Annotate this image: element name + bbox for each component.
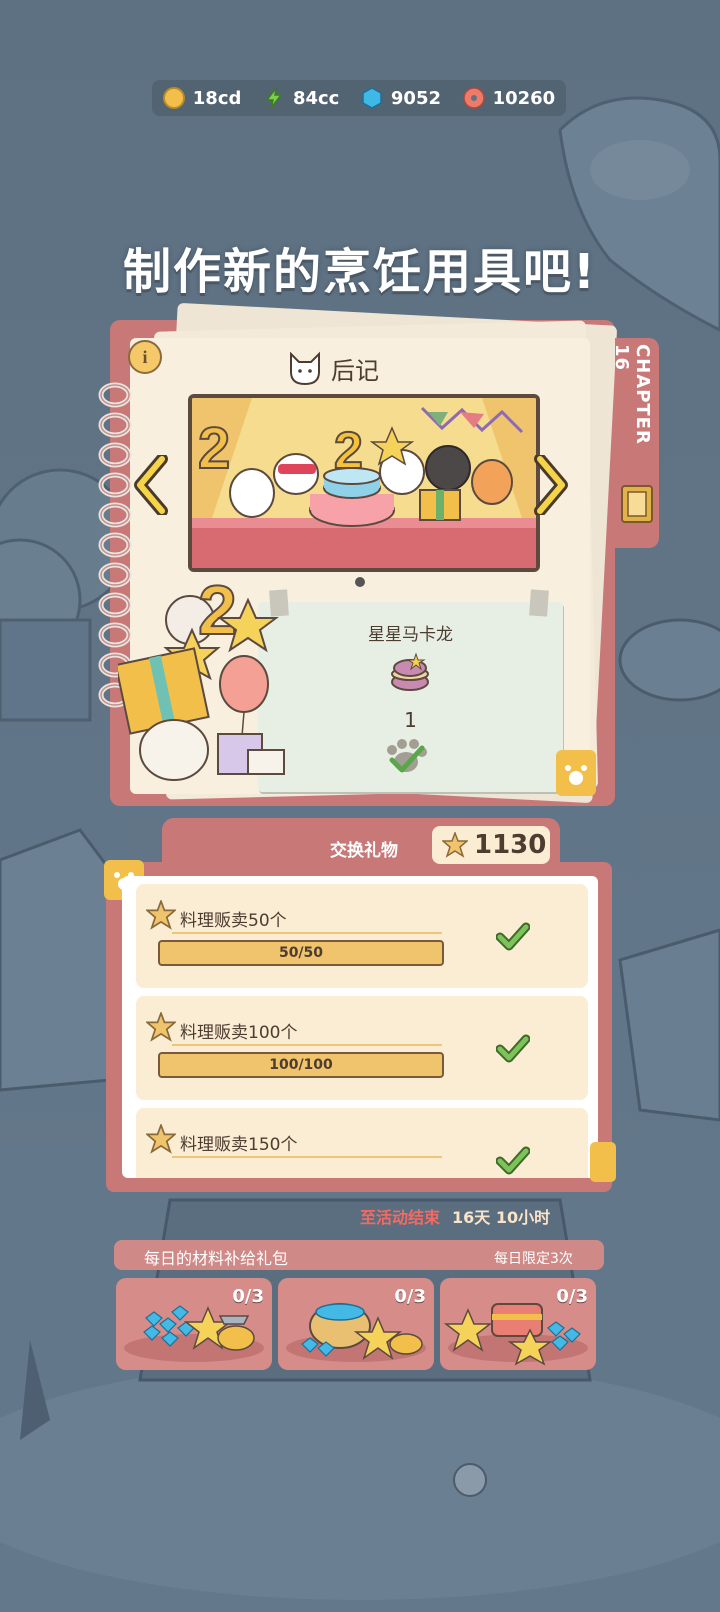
donut-value: 10260	[492, 87, 556, 109]
pack-treasure-chest[interactable]: 0/3	[440, 1278, 596, 1370]
daily-pack-title: 每日的材料补给礼包	[144, 1249, 289, 1268]
task-divider	[172, 1044, 442, 1046]
currency-energy[interactable]: 84cc	[263, 87, 339, 109]
headline: 制作新的烹饪用具吧!	[123, 244, 597, 300]
task-label: 料理贩卖50个	[180, 911, 287, 931]
task-item: 料理贩卖100个 100/100	[136, 996, 588, 1100]
task-label: 料理贩卖150个	[180, 1135, 298, 1155]
task-item: 料理贩卖50个 50/50	[136, 884, 588, 988]
tape-right	[529, 589, 549, 617]
energy-value: 84cc	[292, 87, 340, 109]
lightning-icon	[265, 87, 283, 109]
timer-label: 至活动结束	[360, 1208, 441, 1227]
cat-head-icon	[290, 351, 320, 386]
gem-value: 9052	[390, 87, 442, 109]
check-icon	[496, 1034, 530, 1063]
star-cookie-icon	[146, 900, 176, 930]
task-list[interactable]: 料理贩卖50个 50/50 料理贩卖100个 100/100 料理贩卖150个	[122, 876, 598, 1178]
star-counter: 1130	[432, 826, 550, 864]
currency-gem[interactable]: 9052	[361, 87, 441, 109]
pack-gems-fish[interactable]: 0/3	[116, 1278, 272, 1370]
currency-donut[interactable]: 10260	[462, 87, 556, 109]
pack-count: 0/3	[556, 1286, 588, 1307]
task-divider	[172, 1156, 442, 1158]
star-cookie-icon	[442, 832, 468, 858]
pack-count: 0/3	[394, 1286, 426, 1307]
page-title-text: 后记	[331, 356, 379, 385]
page-indicator-dot	[355, 577, 365, 587]
party-photo: 2 2	[188, 394, 540, 572]
frame-icon	[621, 485, 653, 523]
coin-icon	[162, 87, 185, 109]
exchange-label: 交换礼物	[330, 841, 398, 861]
prev-page-arrow[interactable]	[132, 455, 172, 515]
task-divider	[172, 932, 442, 934]
svg-text:2: 2	[198, 571, 237, 649]
chapter-label: CHAPTER 16	[611, 344, 653, 445]
page-title: 后记	[285, 350, 379, 386]
currency-coin[interactable]: 18cd	[162, 87, 242, 109]
star-cookie-icon	[146, 1012, 176, 1042]
task-label: 料理贩卖100个	[180, 1023, 298, 1043]
daily-pack-limit: 每日限定3次	[494, 1251, 573, 1267]
star-count: 1130	[474, 830, 547, 860]
event-timer: 至活动结束 16天 10小时	[360, 1204, 550, 1228]
info-button[interactable]: i	[128, 340, 162, 374]
task-progress-bar: 50/50	[158, 940, 444, 966]
check-icon	[496, 922, 530, 951]
task-progress-bar: 100/100	[158, 1052, 444, 1078]
corner-paw-tab	[556, 750, 596, 796]
gem-icon	[362, 87, 382, 109]
party-illustration: 2 2	[192, 398, 536, 568]
gift-cat-decoration: 2	[118, 570, 285, 781]
panel-corner-badge	[590, 1142, 616, 1182]
pack-gem-sack[interactable]: 0/3	[278, 1278, 434, 1370]
svg-text:2: 2	[198, 416, 230, 481]
star-cookie-icon	[146, 1124, 176, 1154]
check-icon	[496, 1146, 530, 1175]
pack-count: 0/3	[232, 1286, 264, 1307]
macaron-icon	[391, 652, 429, 691]
coin-value: 18cd	[192, 87, 242, 109]
task-item: 料理贩卖150个	[136, 1108, 588, 1178]
next-page-arrow[interactable]	[530, 455, 570, 515]
donut-icon	[462, 87, 485, 109]
svg-text:2: 2	[334, 422, 363, 480]
timer-value: 16天 10小时	[452, 1208, 551, 1227]
paw-check-icon	[387, 739, 427, 773]
currency-bar: 18cd 84cc 9052 10260	[152, 80, 566, 116]
